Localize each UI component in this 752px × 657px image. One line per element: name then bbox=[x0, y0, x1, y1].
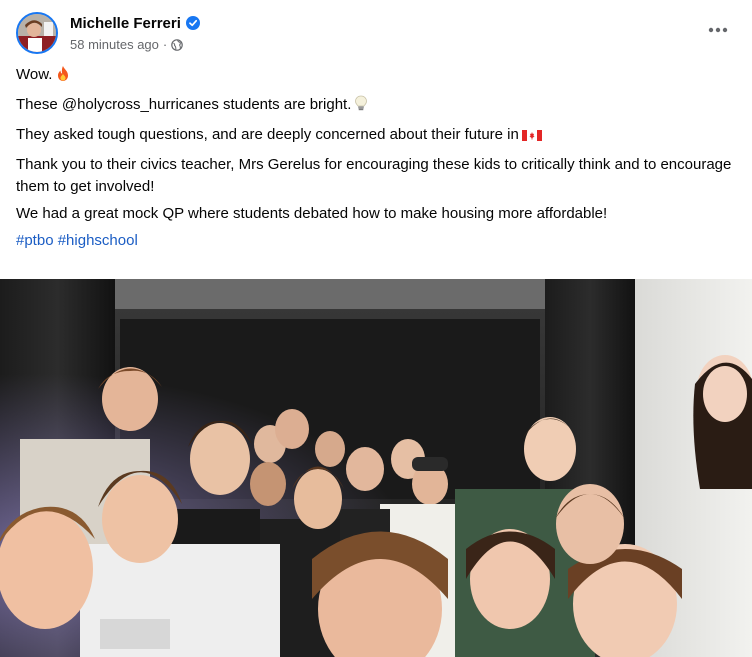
post-header: Michelle Ferreri 58 minutes ago · bbox=[16, 12, 736, 58]
post-body: Wow. These @holycross_hurricanes student… bbox=[16, 64, 736, 257]
paragraph-text: Thank you to their civics teacher, Mrs G… bbox=[16, 156, 732, 195]
paragraph-text: Wow. bbox=[16, 66, 53, 83]
author-avatar[interactable] bbox=[16, 12, 58, 54]
light-bulb-emoji bbox=[354, 95, 368, 119]
author-name[interactable]: Michelle Ferreri bbox=[70, 15, 181, 32]
hashtag-link[interactable]: #ptbo bbox=[16, 232, 54, 249]
paragraph-text: These @holycross_hurricanes students are… bbox=[16, 96, 352, 113]
post-paragraph: We had a great mock QP where students de… bbox=[16, 203, 736, 225]
post-paragraph: Thank you to their civics teacher, Mrs G… bbox=[16, 154, 736, 198]
paragraph-text: We had a great mock QP where students de… bbox=[16, 205, 608, 222]
post-photo[interactable] bbox=[0, 279, 752, 657]
post-timestamp[interactable]: 58 minutes ago bbox=[70, 37, 159, 52]
post-paragraph: They asked tough questions, and are deep… bbox=[16, 124, 736, 149]
post-paragraph: These @holycross_hurricanes students are… bbox=[16, 94, 736, 119]
canada-flag-emoji bbox=[521, 127, 542, 149]
post-paragraph: Wow. bbox=[16, 64, 736, 89]
hashtag-row: #ptbo #highschool bbox=[16, 230, 736, 252]
paragraph-text: They asked tough questions, and are deep… bbox=[16, 126, 519, 143]
hashtag-link[interactable]: #highschool bbox=[58, 232, 138, 249]
verified-badge-icon bbox=[185, 16, 200, 30]
post-meta: Michelle Ferreri 58 minutes ago · bbox=[70, 13, 200, 52]
more-options-icon[interactable] bbox=[700, 16, 736, 44]
globe-icon[interactable] bbox=[171, 38, 184, 51]
facebook-post: Michelle Ferreri 58 minutes ago · Wow. T… bbox=[0, 0, 752, 657]
fire-emoji bbox=[55, 65, 71, 89]
meta-separator: · bbox=[162, 37, 168, 52]
